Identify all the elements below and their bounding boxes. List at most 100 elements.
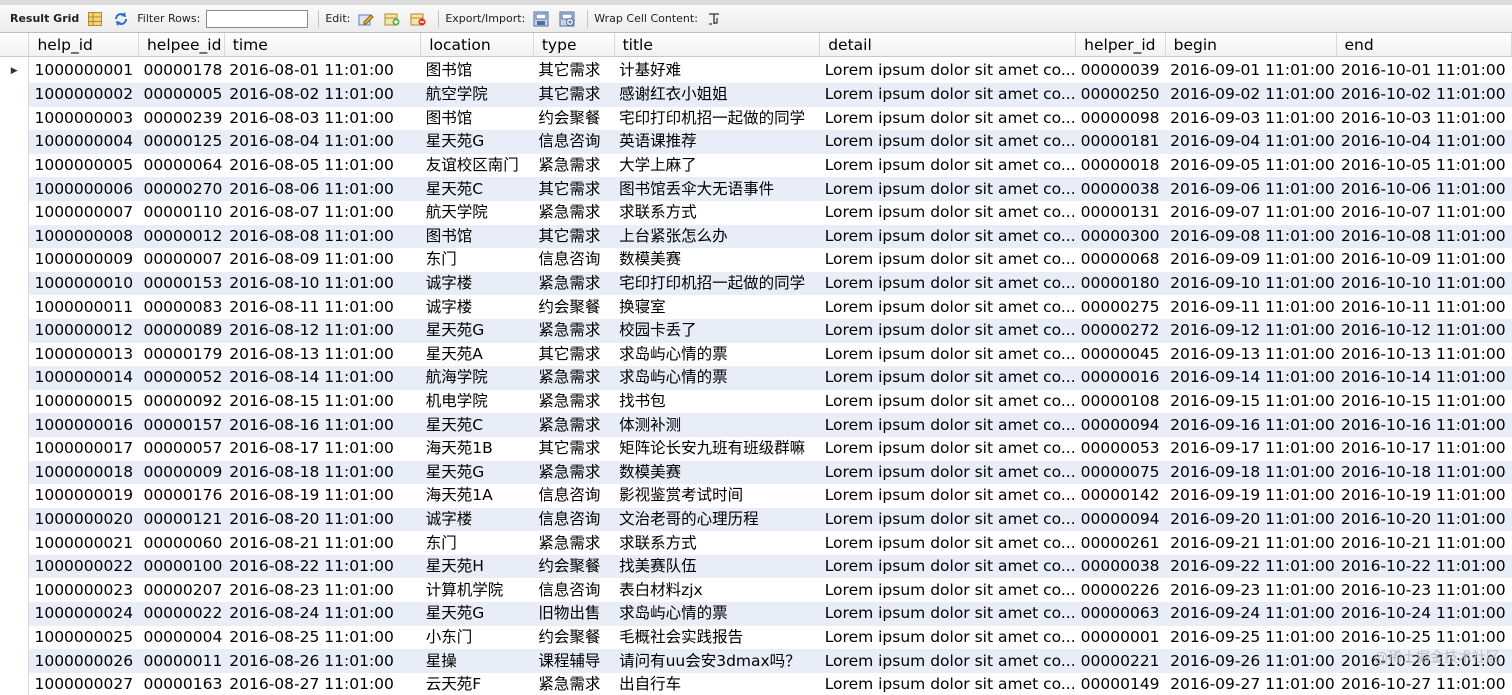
cell-helper-id[interactable]: 00000038 [1075,177,1166,201]
table-row[interactable]: 1000000023 00000207 2016-08-23 11:01:00 计算机… [0,578,1512,603]
table-row[interactable]: 1000000018 00000009 2016-08-18 11:01:00 星天苑… [0,460,1512,485]
cell-time[interactable]: 2016-08-21 11:01:00 [224,531,421,555]
cell-helpee-id[interactable]: 00000179 [138,342,225,367]
cell-detail[interactable]: Lorem ipsum dolor sit amet co... [819,578,1076,603]
cell-time[interactable]: 2016-08-14 11:01:00 [224,366,421,390]
table-row[interactable]: 1000000015 00000092 2016-08-15 11:01:00 机电学… [0,389,1512,414]
cell-detail[interactable]: Lorem ipsum dolor sit amet co... [819,248,1076,272]
cell-helper-id[interactable]: 00000038 [1075,554,1166,579]
cell-time[interactable]: 2016-08-07 11:01:00 [224,200,421,225]
cell-detail[interactable]: Lorem ipsum dolor sit amet co... [819,342,1076,367]
row-selector[interactable] [0,318,30,343]
row-selector[interactable] [0,342,30,367]
cell-helper-id[interactable]: 00000094 [1075,507,1166,532]
cell-type[interactable]: 信息咨询 [533,578,615,603]
cell-end[interactable]: 2016-10-17 11:01:00 [1336,436,1512,461]
cell-title[interactable]: 感谢红衣小姐姐 [614,83,820,107]
cell-begin[interactable]: 2016-09-22 11:01:00 [1165,554,1336,579]
cell-help-id[interactable]: 1000000006 [28,177,139,201]
column-header-title[interactable]: title [614,33,821,57]
cell-end[interactable]: 2016-10-20 11:01:00 [1336,507,1512,532]
cell-title[interactable]: 矩阵论长安九班有班级群嘛 [614,436,820,461]
cell-title[interactable]: 求联系方式 [614,531,820,555]
table-row[interactable]: 1000000012 00000089 2016-08-12 11:01:00 星天苑… [0,318,1512,343]
cell-begin[interactable]: 2016-09-02 11:01:00 [1165,83,1336,107]
cell-type[interactable]: 旧物出售 [533,602,615,626]
cell-location[interactable]: 机电学院 [420,389,534,414]
cell-end[interactable]: 2016-10-24 11:01:00 [1336,602,1512,626]
row-selector[interactable] [0,224,30,249]
cell-location[interactable]: 星天苑G [420,460,534,485]
cell-begin[interactable]: 2016-09-11 11:01:00 [1165,295,1336,319]
cell-helper-id[interactable]: 00000094 [1075,413,1166,437]
row-selector[interactable] [0,602,30,626]
cell-title[interactable]: 出自行车 [614,672,820,695]
cell-type[interactable]: 信息咨询 [533,484,615,508]
column-header-time[interactable]: time [224,33,422,57]
table-row[interactable]: 1000000011 00000083 2016-08-11 11:01:00 诚字楼… [0,295,1512,319]
cell-type[interactable]: 紧急需求 [533,200,615,225]
cell-helper-id[interactable]: 00000001 [1075,625,1166,650]
cell-begin[interactable]: 2016-09-18 11:01:00 [1165,460,1336,485]
cell-detail[interactable]: Lorem ipsum dolor sit amet co... [819,106,1076,131]
cell-type[interactable]: 约会聚餐 [533,554,615,579]
cell-location[interactable]: 星天苑G [420,318,534,343]
cell-helpee-id[interactable]: 00000163 [138,672,225,695]
cell-detail[interactable]: Lorem ipsum dolor sit amet co... [819,413,1076,437]
refresh-icon[interactable] [111,9,131,29]
cell-help-id[interactable]: 1000000002 [28,83,139,107]
cell-begin[interactable]: 2016-09-06 11:01:00 [1165,177,1336,201]
cell-location[interactable]: 图书馆 [420,56,534,83]
cell-type[interactable]: 信息咨询 [533,507,615,532]
cell-location[interactable]: 星天苑C [420,413,534,437]
cell-helpee-id[interactable]: 00000052 [138,366,225,390]
table-row[interactable]: 1000000025 00000004 2016-08-25 11:01:00 小东门… [0,625,1512,650]
cell-helper-id[interactable]: 00000149 [1075,672,1166,695]
row-selector[interactable] [0,83,30,107]
cell-help-id[interactable]: 1000000011 [28,295,139,319]
table-row[interactable]: 1000000005 00000064 2016-08-05 11:01:00 友谊校… [0,153,1512,178]
column-header-type[interactable]: type [533,33,615,57]
cell-location[interactable]: 诚字楼 [420,507,534,532]
cell-help-id[interactable]: 1000000014 [28,366,139,390]
cell-time[interactable]: 2016-08-15 11:01:00 [224,389,421,414]
cell-time[interactable]: 2016-08-08 11:01:00 [224,224,421,249]
cell-helper-id[interactable]: 00000053 [1075,436,1166,461]
cell-type[interactable]: 紧急需求 [533,366,615,390]
cell-type[interactable]: 信息咨询 [533,248,615,272]
cell-title[interactable]: 找美赛队伍 [614,554,820,579]
cell-location[interactable]: 诚字楼 [420,271,534,296]
cell-location[interactable]: 海天苑1B [420,436,534,461]
table-row[interactable]: 1000000022 00000100 2016-08-22 11:01:00 星天苑… [0,554,1512,579]
cell-end[interactable]: 2016-10-21 11:01:00 [1336,531,1512,555]
cell-begin[interactable]: 2016-09-16 11:01:00 [1165,413,1336,437]
cell-title[interactable]: 图书馆丢伞大无语事件 [614,177,820,201]
cell-type[interactable]: 约会聚餐 [533,625,615,650]
cell-helpee-id[interactable]: 00000060 [138,531,225,555]
cell-begin[interactable]: 2016-09-27 11:01:00 [1165,672,1336,695]
cell-type[interactable]: 约会聚餐 [533,106,615,131]
cell-time[interactable]: 2016-08-06 11:01:00 [224,177,421,201]
cell-location[interactable]: 星天苑C [420,177,534,201]
cell-helpee-id[interactable]: 00000009 [138,460,225,485]
table-row[interactable]: 1000000021 00000060 2016-08-21 11:01:00 东门紧… [0,531,1512,555]
cell-type[interactable]: 其它需求 [533,436,615,461]
table-row[interactable]: 1000000016 00000157 2016-08-16 11:01:00 星天苑… [0,413,1512,437]
row-selector[interactable] [0,177,30,201]
cell-type[interactable]: 其它需求 [533,177,615,201]
cell-title[interactable]: 换寝室 [614,295,820,319]
row-selector[interactable] [0,625,30,650]
result-grid[interactable]: help_id helpee_id time location type title det… [0,33,1512,695]
cell-help-id[interactable]: 1000000012 [28,318,139,343]
column-header-location[interactable]: location [420,33,534,57]
cell-location[interactable]: 东门 [420,248,534,272]
cell-help-id[interactable]: 1000000019 [28,484,139,508]
cell-help-id[interactable]: 1000000003 [28,106,139,131]
column-header-detail[interactable]: detail [819,33,1077,57]
cell-helpee-id[interactable]: 00000022 [138,602,225,626]
cell-helpee-id[interactable]: 00000083 [138,295,225,319]
cell-time[interactable]: 2016-08-04 11:01:00 [224,130,421,154]
row-selector[interactable] [0,295,30,319]
cell-type[interactable]: 紧急需求 [533,460,615,485]
table-row[interactable]: 1000000002 00000005 2016-08-02 11:01:00 航空学… [0,83,1512,107]
